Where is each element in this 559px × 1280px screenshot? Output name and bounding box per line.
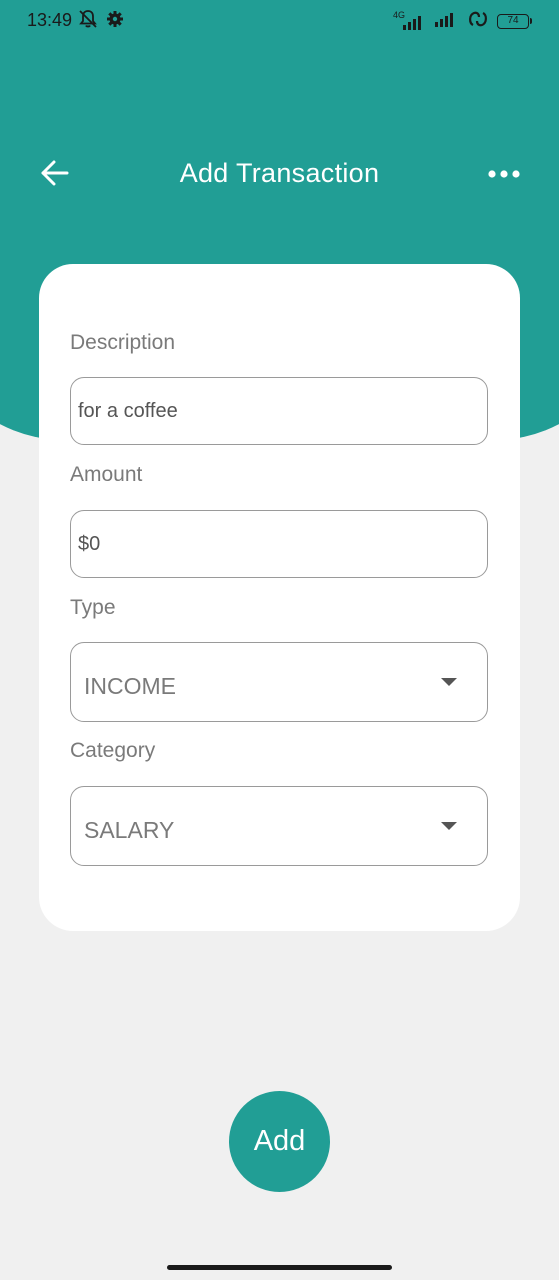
status-time: 13:49 (27, 10, 73, 30)
category-selected-value: SALARY (84, 817, 175, 843)
sync-icon (467, 10, 489, 33)
battery-level: 74 (507, 15, 519, 26)
status-bar: 13:49 4G 74 (0, 0, 559, 42)
description-label: Description (70, 331, 176, 354)
category-label: Category (70, 739, 156, 762)
category-select[interactable]: SALARY (70, 786, 488, 866)
add-button[interactable]: Add (229, 1091, 330, 1192)
caret-down-icon (441, 822, 457, 830)
description-input[interactable] (70, 377, 488, 445)
battery-icon: 74 (497, 14, 532, 29)
bell-muted-icon (78, 9, 98, 34)
amount-label: Amount (70, 463, 143, 486)
type-select[interactable]: INCOME (70, 642, 488, 722)
more-options-button[interactable] (479, 154, 529, 196)
status-left-icons (78, 9, 124, 34)
settings-gear-icon (106, 10, 124, 33)
signal-icon (433, 10, 459, 33)
status-right-icons: 4G 74 (393, 10, 532, 33)
signal-4g-icon: 4G (393, 10, 425, 31)
amount-input[interactable] (70, 510, 488, 578)
page-title: Add Transaction (179, 158, 380, 188)
transaction-form-card: Description Amount Type INCOME Category … (39, 264, 520, 931)
app-bar: Add Transaction (0, 140, 559, 210)
screen: 13:49 4G 74 Add Transaction Description … (0, 0, 559, 1280)
home-indicator[interactable] (167, 1265, 392, 1270)
type-label: Type (70, 596, 116, 619)
caret-down-icon (441, 678, 457, 686)
more-horizontal-icon (487, 166, 521, 184)
type-selected-value: INCOME (84, 673, 176, 699)
